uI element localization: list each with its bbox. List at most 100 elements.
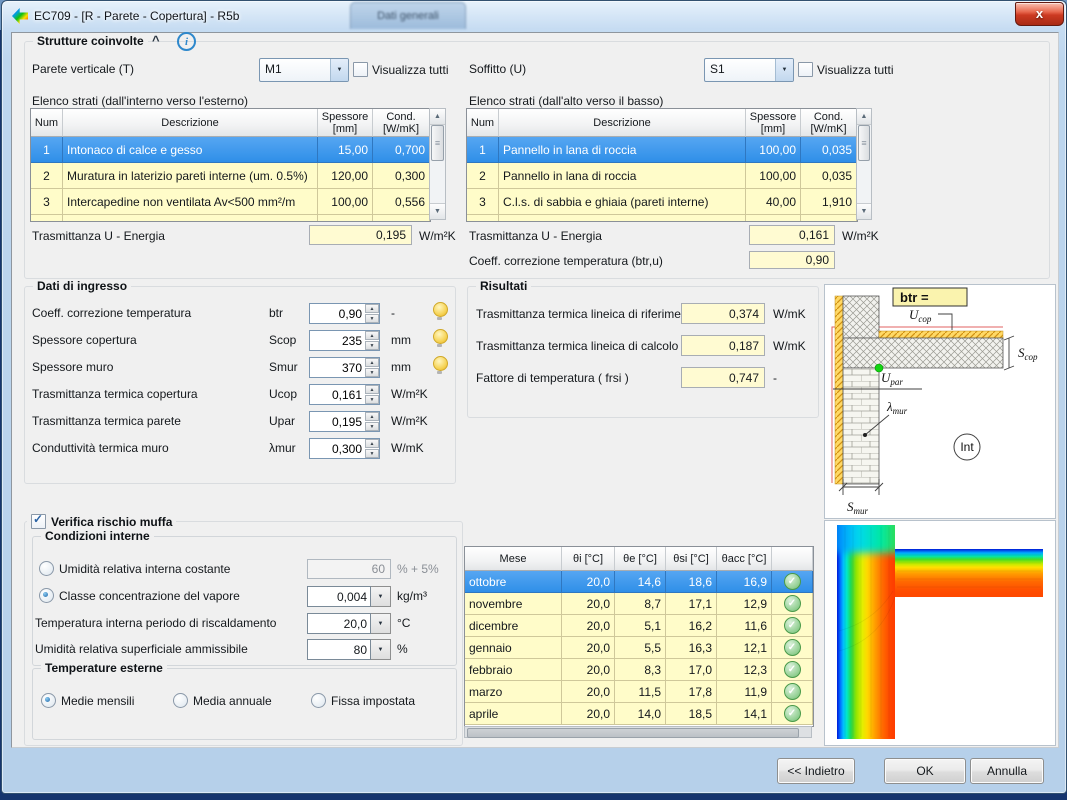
table-row[interactable]: 2 Pannello in lana di roccia 100,00 0,03… xyxy=(467,163,857,189)
hscrollbar-thumb[interactable] xyxy=(467,728,799,738)
ceiling-combo[interactable]: S1 ▼ xyxy=(704,58,794,82)
smur-spinner[interactable]: ▲ ▼ xyxy=(365,358,379,377)
annual-mean-label[interactable]: Media annuale xyxy=(193,694,272,708)
ceiling-combo-dropdown[interactable]: ▼ xyxy=(775,59,793,81)
wall-u-label: Trasmittanza U - Energia xyxy=(32,229,165,243)
rh-surface-combo[interactable]: 80 ▼ xyxy=(307,639,391,660)
lambda-mur-spinner[interactable]: ▲ ▼ xyxy=(365,439,379,458)
visualizza-tutti-wall-checkbox[interactable] xyxy=(353,62,368,77)
spin-up-icon[interactable]: ▲ xyxy=(365,412,379,421)
chevron-down-icon[interactable]: ▼ xyxy=(371,613,391,634)
hint-bulb-icon xyxy=(433,356,448,371)
month-row[interactable]: dicembre 20,0 5,1 16,2 11,6 ✓ xyxy=(465,615,813,637)
spin-up-icon[interactable]: ▲ xyxy=(365,385,379,394)
month-row[interactable]: aprile 20,0 14,0 18,5 14,1 ✓ xyxy=(465,703,813,725)
rh-constant-label[interactable]: Umidità relativa interna costante xyxy=(59,562,230,576)
wall-label: Parete verticale (T) xyxy=(32,62,134,76)
scroll-up-icon[interactable]: ▲ xyxy=(430,109,445,125)
table-row[interactable]: 1 Intonaco di calce e gesso 15,00 0,700 xyxy=(31,137,430,163)
scrollbar-thumb[interactable]: ≡ xyxy=(858,125,870,161)
upar-spinner[interactable]: ▲ ▼ xyxy=(365,412,379,431)
upar-unit: W/m²K xyxy=(391,414,428,428)
annual-mean-radio[interactable] xyxy=(173,693,188,708)
months-hscrollbar[interactable] xyxy=(464,726,812,738)
close-button[interactable]: x xyxy=(1015,2,1064,26)
vapor-class-combo[interactable]: 0,004 ▼ xyxy=(307,586,391,607)
spin-up-icon[interactable]: ▲ xyxy=(365,358,379,367)
visualizza-tutti-ceiling-label[interactable]: Visualizza tutti xyxy=(817,63,893,77)
monthly-means-radio[interactable] xyxy=(41,693,56,708)
spin-down-icon[interactable]: ▼ xyxy=(365,449,379,458)
check-ok-icon: ✓ xyxy=(784,595,801,612)
back-button[interactable]: << Indietro xyxy=(777,758,855,784)
vapor-class-label[interactable]: Classe concentrazione del vapore xyxy=(59,589,240,603)
fixed-set-label[interactable]: Fissa impostata xyxy=(331,694,415,708)
scroll-up-icon[interactable]: ▲ xyxy=(857,109,871,125)
spin-down-icon[interactable]: ▼ xyxy=(365,341,379,350)
col-cond: Cond. [W/mK] xyxy=(373,109,430,137)
screen: Dati generali EC709 - [R - Parete - Cope… xyxy=(0,0,1067,800)
check-ok-icon: ✓ xyxy=(784,705,801,722)
spin-down-icon[interactable]: ▼ xyxy=(365,395,379,404)
info-icon[interactable]: i xyxy=(177,32,196,51)
result-ref-label: Trasmittanza termica lineica di riferime… xyxy=(476,307,698,321)
ok-button[interactable]: OK xyxy=(884,758,966,784)
table-row[interactable]: 1 Pannello in lana di roccia 100,00 0,03… xyxy=(467,137,857,163)
inputs-group: Dati di ingresso Coeff. correzione tempe… xyxy=(24,286,456,484)
month-row[interactable]: ottobre 20,0 14,6 18,6 16,9 ✓ xyxy=(465,571,813,593)
table-row[interactable]: 2 Muratura in laterizio pareti interne (… xyxy=(31,163,430,189)
scroll-down-icon[interactable]: ▼ xyxy=(857,203,871,219)
mold-checkbox[interactable]: ✓ xyxy=(31,514,46,529)
check-icon: ✓ xyxy=(33,513,43,526)
dialog-content: Strutture coinvolte ^ i Parete verticale… xyxy=(11,32,1059,748)
internal-temp-unit: °C xyxy=(397,616,410,630)
spin-down-icon[interactable]: ▼ xyxy=(365,314,379,323)
wall-combo[interactable]: M1 ▼ xyxy=(259,58,349,82)
spin-up-icon[interactable]: ▲ xyxy=(365,439,379,448)
smur-symbol: Smur xyxy=(269,360,298,374)
ucop-label: Trasmittanza termica copertura xyxy=(32,387,198,401)
ceiling-table-scrollbar[interactable]: ▲ ≡ ▼ xyxy=(856,108,872,220)
rh-surface-unit: % xyxy=(397,642,408,656)
month-row[interactable]: novembre 20,0 8,7 17,1 12,9 ✓ xyxy=(465,593,813,615)
visualizza-tutti-wall-label[interactable]: Visualizza tutti xyxy=(372,63,448,77)
table-row[interactable]: 3 C.l.s. di sabbia e ghiaia (pareti inte… xyxy=(467,189,857,215)
monthly-means-label[interactable]: Medie mensili xyxy=(61,694,134,708)
scroll-down-icon[interactable]: ▼ xyxy=(430,203,445,219)
col-desc: Descrizione xyxy=(63,109,318,137)
spin-up-icon[interactable]: ▲ xyxy=(365,304,379,313)
thermal-map-svg xyxy=(825,521,1053,743)
cancel-button[interactable]: Annulla xyxy=(970,758,1044,784)
chevron-down-icon[interactable]: ▼ xyxy=(371,639,391,660)
wall-table-scrollbar[interactable]: ▲ ≡ ▼ xyxy=(429,108,446,220)
month-row[interactable]: gennaio 20,0 5,5 16,3 12,1 ✓ xyxy=(465,637,813,659)
table-row[interactable]: 3 Intercapedine non ventilata Av<500 mm²… xyxy=(31,189,430,215)
ucop-spinner[interactable]: ▲ ▼ xyxy=(365,385,379,404)
chevron-down-icon: ▼ xyxy=(782,67,788,73)
month-row[interactable]: febbraio 20,0 8,3 17,0 12,3 ✓ xyxy=(465,659,813,681)
scop-spinner[interactable]: ▲ ▼ xyxy=(365,331,379,350)
spin-down-icon[interactable]: ▼ xyxy=(365,368,379,377)
fixed-set-radio[interactable] xyxy=(311,693,326,708)
titlebar[interactable]: Dati generali EC709 - [R - Parete - Cope… xyxy=(2,1,1066,31)
ceiling-combo-value: S1 xyxy=(705,59,775,81)
detail-diagram-svg: btr = Ucop Scop Upar λmur Int Smur xyxy=(825,285,1053,516)
wall-combo-dropdown[interactable]: ▼ xyxy=(330,59,348,81)
mold-group: ✓ Verifica rischio muffa Condizioni inte… xyxy=(24,521,463,746)
spin-up-icon[interactable]: ▲ xyxy=(365,331,379,340)
month-row[interactable]: marzo 20,0 11,5 17,8 11,9 ✓ xyxy=(465,681,813,703)
results-group-title: Risultati xyxy=(476,279,531,293)
check-ok-icon: ✓ xyxy=(784,683,801,700)
collapse-button[interactable]: ^ xyxy=(152,33,160,48)
spin-down-icon[interactable]: ▼ xyxy=(365,422,379,431)
visualizza-tutti-ceiling-checkbox[interactable] xyxy=(798,62,813,77)
external-temperatures-group: Temperature esterne Medie mensili Media … xyxy=(32,668,457,740)
vapor-class-value: 0,004 xyxy=(307,586,371,607)
btr-spinner[interactable]: ▲ ▼ xyxy=(365,304,379,323)
upar-field: ▲ ▼ xyxy=(309,411,380,432)
rh-constant-radio[interactable] xyxy=(39,561,54,576)
chevron-down-icon[interactable]: ▼ xyxy=(371,586,391,607)
internal-temp-combo[interactable]: 20,0 ▼ xyxy=(307,613,391,634)
scrollbar-thumb[interactable]: ≡ xyxy=(431,125,444,161)
vapor-class-radio[interactable] xyxy=(39,588,54,603)
